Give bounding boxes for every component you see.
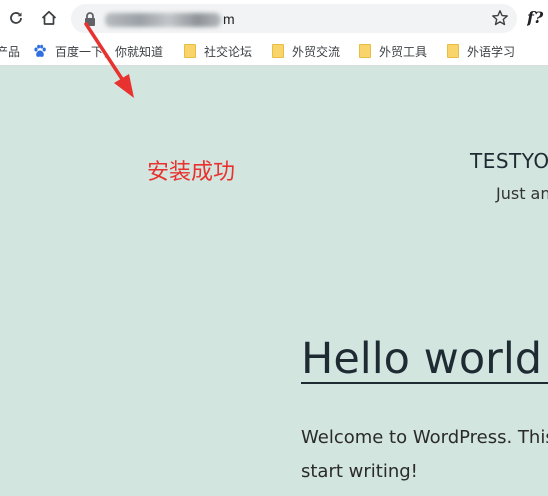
post-excerpt: Welcome to WordPress. This start writing…: [301, 421, 548, 489]
site-title[interactable]: TESTYO: [470, 149, 548, 173]
bookmark-folder-language[interactable]: 外语学习: [447, 42, 515, 60]
bookmark-label: 外贸工具: [379, 44, 428, 59]
page-viewport: TESTYO Just an Hello world Welcome to Wo…: [0, 66, 548, 496]
bookmark-label: 社交论坛: [204, 44, 253, 59]
bookmark-item-products[interactable]: 产品: [0, 42, 20, 60]
extension-button[interactable]: f?: [527, 6, 548, 30]
bookmark-folder-trade[interactable]: 外贸交流: [272, 42, 340, 60]
home-icon: [41, 10, 57, 25]
site-tagline: Just an: [496, 184, 548, 203]
annotation-label: 安装成功: [147, 160, 236, 185]
baidu-paw-icon: [34, 44, 46, 57]
bookmark-label: 外语学习: [467, 44, 516, 59]
home-button[interactable]: [37, 6, 61, 30]
annotation-arrow-icon: [84, 22, 134, 98]
url-visible-suffix: m: [223, 11, 235, 27]
folder-icon: [184, 44, 196, 58]
folder-icon: [359, 44, 371, 58]
reload-icon: [10, 12, 22, 24]
folder-icon: [272, 44, 284, 58]
bookmark-label: 产品: [0, 44, 21, 59]
post-excerpt-line: Welcome to WordPress. This: [301, 427, 548, 448]
bookmark-star-icon[interactable]: [491, 9, 509, 27]
post-excerpt-line: start writing!: [301, 461, 418, 482]
post-title-underline: [301, 382, 548, 384]
post-title-link[interactable]: Hello world: [301, 333, 542, 385]
bookmark-folder-tools[interactable]: 外贸工具: [359, 42, 427, 60]
reload-button[interactable]: [4, 6, 28, 30]
bookmark-label: 外贸交流: [292, 44, 341, 59]
bookmark-folder-social[interactable]: 社交论坛: [184, 42, 252, 60]
folder-icon: [447, 44, 459, 58]
